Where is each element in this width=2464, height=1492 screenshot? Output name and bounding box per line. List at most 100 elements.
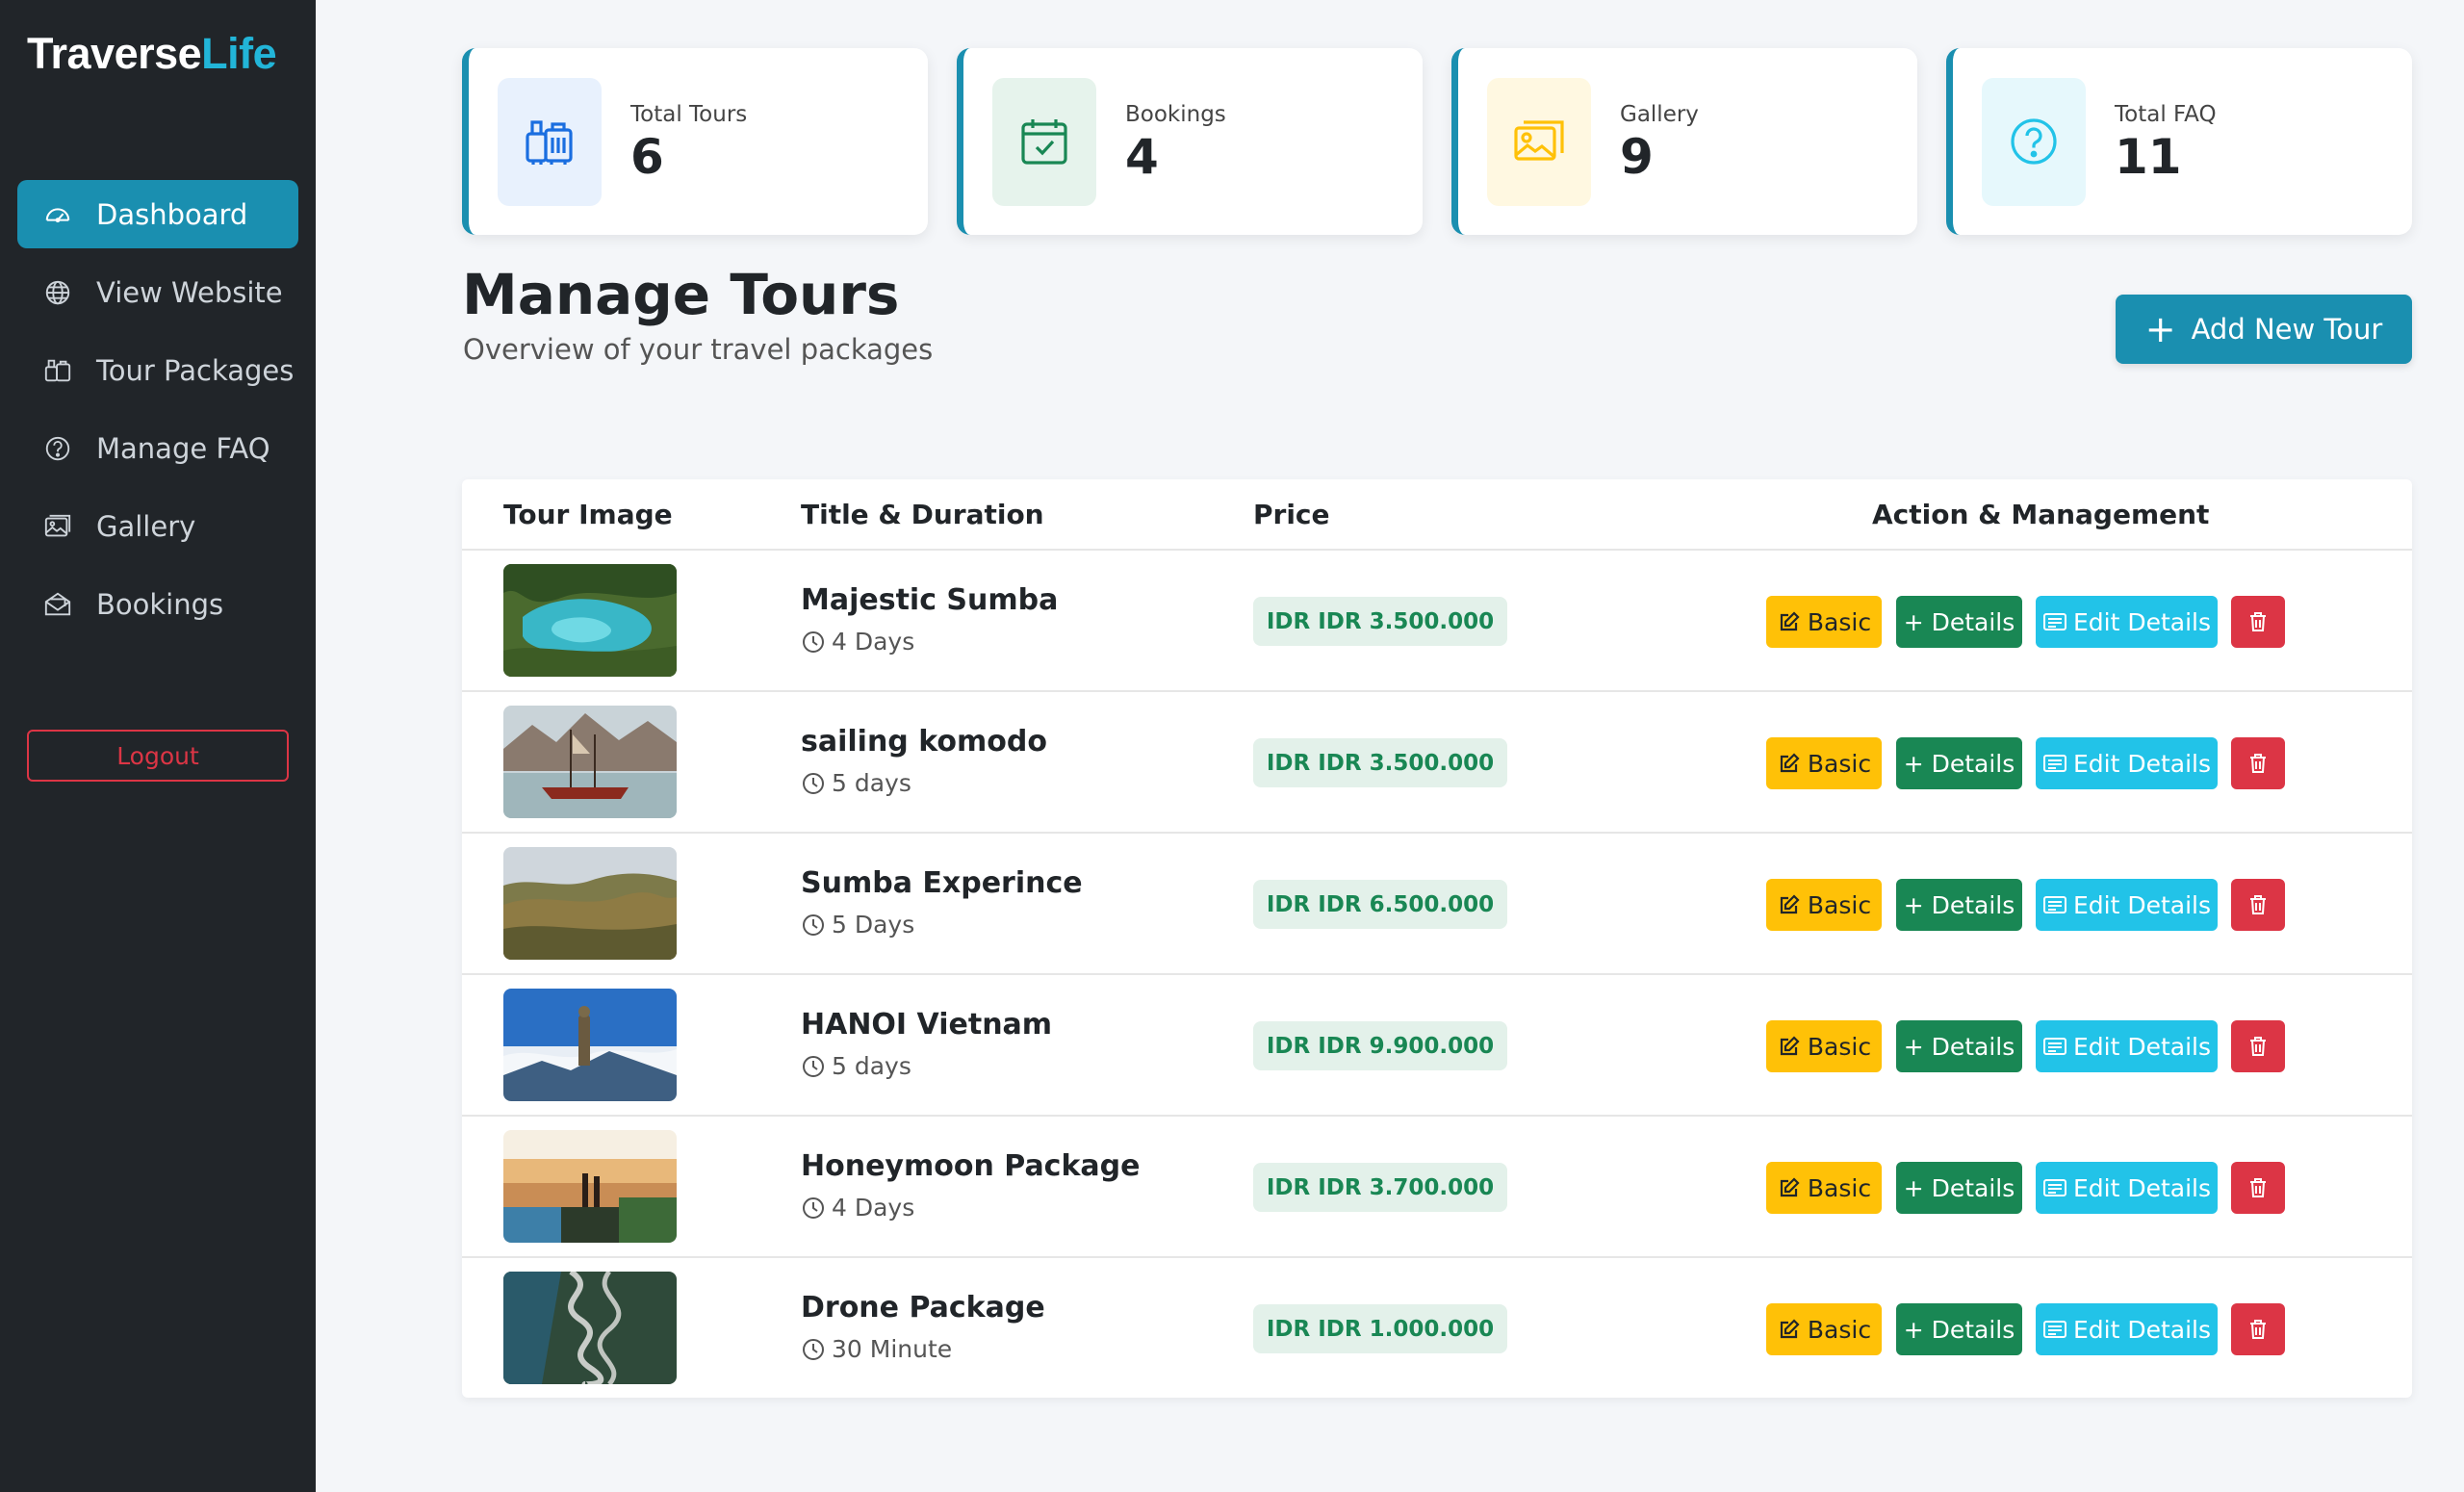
delete-button[interactable] [2231,596,2285,648]
tour-duration-text: 4 Days [832,1194,915,1222]
tour-duration: 30 Minute [801,1335,952,1363]
plus-icon: + [2144,308,2176,350]
tour-title: Sumba Experince [801,866,1083,900]
delete-button[interactable] [2231,1162,2285,1214]
sidebar-item-label: Dashboard [96,197,248,231]
sidebar-item-label: Tour Packages [96,353,295,387]
basic-label: Basic [1807,890,1872,919]
tour-duration-text: 5 days [832,769,911,797]
add-new-tour-label: Add New Tour [2191,313,2383,346]
edit-basic-button[interactable]: Basic [1766,1303,1882,1355]
column-header-price: Price [1253,499,1330,530]
column-header-image: Tour Image [503,499,673,530]
add-details-button[interactable]: + Details [1896,1020,2022,1072]
tour-duration: 5 days [801,1052,911,1080]
clock-icon [803,1338,824,1360]
brand-part-1: Traverse [27,29,202,78]
clock-icon [803,772,824,794]
stat-label: Gallery [1620,102,1699,127]
clock-icon [803,1196,824,1219]
tour-duration-text: 5 Days [832,911,915,939]
edit-details-button[interactable]: Edit Details [2036,596,2218,648]
stat-label: Total Tours [630,102,748,127]
question-circle-icon [1982,77,2086,206]
edit-basic-button[interactable]: Basic [1766,596,1882,648]
pencil-square-icon [1780,1177,1800,1197]
brand-part-2: Life [201,29,277,78]
edit-basic-button[interactable]: Basic [1766,1162,1882,1214]
edit-details-label: Edit Details [2072,749,2212,778]
stat-value: 11 [2115,129,2182,185]
tour-price: IDR IDR 9.900.000 [1253,1021,1507,1070]
brand-logo[interactable]: TraverseLife [27,29,277,79]
edit-details-button[interactable]: Edit Details [2036,1162,2218,1214]
page-subtitle: Overview of your travel packages [463,333,934,366]
table-row: Drone Package 30 Minute IDR IDR 1.000.00… [462,1258,2412,1398]
delete-button[interactable] [2231,1303,2285,1355]
add-details-button[interactable]: + Details [1896,737,2022,789]
pencil-square-icon [1780,1036,1800,1056]
edit-details-button[interactable]: Edit Details [2036,1020,2218,1072]
delete-button[interactable] [2231,737,2285,789]
tour-price: IDR IDR 6.500.000 [1253,880,1507,929]
logout-button[interactable]: Logout [27,730,289,782]
trash-icon [2250,754,2266,773]
tour-duration-text: 5 days [832,1052,911,1080]
calendar-check-icon [992,77,1096,206]
tour-title: Honeymoon Package [801,1149,1141,1183]
card-text-icon [2042,1321,2066,1338]
tour-thumbnail [503,564,677,677]
stat-card-gallery: Gallery 9 [1451,48,1917,235]
delete-button[interactable] [2231,1020,2285,1072]
tour-duration-text: 30 Minute [832,1335,953,1363]
basic-label: Basic [1807,1032,1872,1061]
trash-icon [2250,1037,2266,1056]
images-icon [42,511,73,542]
sidebar-item-gallery[interactable]: Gallery [17,492,298,560]
tour-price: IDR IDR 3.500.000 [1253,738,1507,787]
sidebar-item-manage-faq[interactable]: Manage FAQ [17,414,298,482]
tour-duration: 4 Days [801,1194,914,1222]
edit-details-button[interactable]: Edit Details [2036,879,2218,931]
tour-thumbnail [503,989,677,1101]
globe-icon [42,277,73,308]
stat-card-total-tours: Total Tours 6 [462,48,928,235]
edit-details-label: Edit Details [2072,890,2212,919]
pencil-square-icon [1780,894,1800,914]
delete-button[interactable] [2231,879,2285,931]
pencil-square-icon [1780,611,1800,631]
card-text-icon [2042,1038,2066,1055]
edit-basic-button[interactable]: Basic [1766,1020,1882,1072]
images-icon [1487,77,1591,206]
edit-details-button[interactable]: Edit Details [2036,1303,2218,1355]
sidebar-item-view-website[interactable]: View Website [17,258,298,326]
sidebar-item-dashboard[interactable]: Dashboard [17,180,298,248]
edit-details-label: Edit Details [2072,1032,2212,1061]
suitcase-icon [42,355,73,386]
tour-thumbnail [503,847,677,960]
tour-title: Drone Package [801,1291,1045,1325]
tour-duration: 5 Days [801,911,914,939]
sidebar-item-label: Manage FAQ [96,431,270,465]
sidebar-item-tour-packages[interactable]: Tour Packages [17,336,298,404]
add-details-button[interactable]: + Details [1896,1162,2022,1214]
sidebar-item-bookings[interactable]: Bookings [17,570,298,638]
clock-icon [803,1055,824,1077]
table-row: sailing komodo 5 days IDR IDR 3.500.000 … [462,692,2412,834]
add-new-tour-button[interactable]: + Add New Tour [2116,295,2412,364]
stat-value: 4 [1125,129,1159,185]
page-title: Manage Tours [462,262,900,327]
edit-details-label: Edit Details [2072,1315,2212,1344]
edit-basic-button[interactable]: Basic [1766,737,1882,789]
tour-price: IDR IDR 3.700.000 [1253,1163,1507,1212]
basic-label: Basic [1807,1173,1872,1202]
add-details-button[interactable]: + Details [1896,596,2022,648]
edit-details-button[interactable]: Edit Details [2036,737,2218,789]
tour-price: IDR IDR 3.500.000 [1253,597,1507,646]
edit-basic-button[interactable]: Basic [1766,879,1882,931]
speedometer-icon [42,199,73,230]
add-details-button[interactable]: + Details [1896,1303,2022,1355]
add-details-button[interactable]: + Details [1896,879,2022,931]
tour-duration: 5 days [801,769,911,797]
card-text-icon [2042,613,2066,630]
